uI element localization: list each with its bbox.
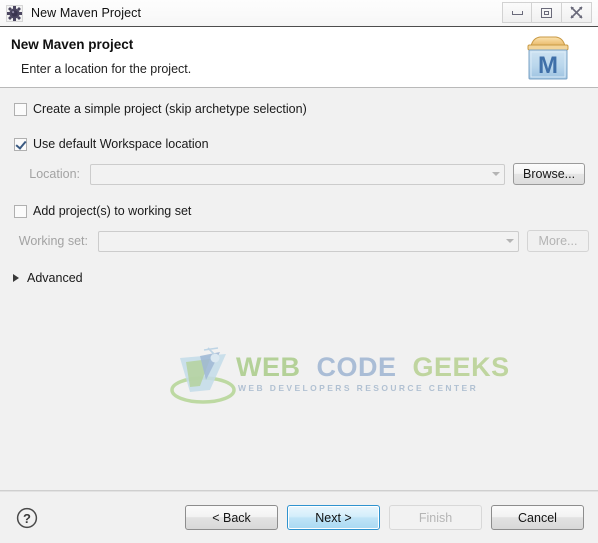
chevron-down-icon [491, 172, 500, 176]
location-label: Location: [29, 167, 80, 181]
maven-project-icon: M [520, 33, 576, 83]
dialog-footer: ? < Back Next > Finish Cancel [0, 491, 598, 543]
dialog-body: Create a simple project (skip archetype … [0, 88, 598, 491]
watermark-word-geeks: GEEKS [412, 352, 510, 382]
watermark-tagline: WEB DEVELOPERS RESOURCE CENTER [238, 383, 479, 393]
finish-button[interactable]: Finish [389, 505, 482, 530]
cancel-button[interactable]: Cancel [491, 505, 584, 530]
maximize-icon [541, 7, 552, 18]
minimize-button[interactable] [502, 2, 532, 23]
minimize-icon [511, 10, 523, 15]
back-button[interactable]: < Back [185, 505, 278, 530]
working-set-dropdown-arrow[interactable] [501, 232, 518, 251]
advanced-section-toggle[interactable]: Advanced [0, 271, 598, 285]
add-to-working-set-checkbox[interactable] [14, 204, 27, 218]
use-default-workspace-row[interactable]: Use default Workspace location [0, 137, 598, 151]
close-button[interactable] [562, 2, 592, 23]
title-bar: New Maven Project [0, 0, 598, 27]
advanced-label: Advanced [27, 271, 83, 285]
working-set-label: Working set: [18, 234, 88, 248]
use-default-workspace-label: Use default Workspace location [33, 137, 209, 151]
chevron-down-icon [505, 239, 514, 243]
window-title: New Maven Project [31, 6, 142, 20]
eclipse-maven-icon [6, 4, 23, 22]
help-icon[interactable]: ? [16, 507, 38, 529]
next-button[interactable]: Next > [287, 505, 380, 530]
location-combobox[interactable] [90, 163, 505, 185]
maven-icon-letter: M [538, 52, 558, 79]
working-set-combobox[interactable] [98, 230, 519, 252]
footer-button-group: < Back Next > Finish Cancel [185, 505, 584, 530]
watermark-word-web: WEB [236, 352, 301, 382]
watermark-wordmark: WEB CODE GEEKS [236, 352, 510, 382]
working-set-row: Working set: More... [0, 230, 598, 252]
watermark-logo-icon [170, 347, 236, 404]
maximize-button[interactable] [532, 2, 562, 23]
page-subtitle: Enter a location for the project. [21, 62, 192, 76]
watermark-word-code: CODE [316, 352, 397, 382]
browse-button[interactable]: Browse... [513, 163, 586, 185]
location-row: Location: Browse... [0, 163, 598, 185]
more-button[interactable]: More... [527, 230, 589, 252]
create-simple-project-label: Create a simple project (skip archetype … [33, 102, 307, 116]
web-code-geeks-watermark: WEB CODE GEEKS WEB DEVELOPERS RESOURCE C… [170, 344, 509, 410]
create-simple-project-checkbox[interactable] [14, 102, 27, 116]
use-default-workspace-checkbox[interactable] [14, 137, 27, 151]
add-to-working-set-label: Add project(s) to working set [33, 204, 192, 218]
window-controls [502, 2, 592, 23]
dialog-header: New Maven project Enter a location for t… [0, 27, 598, 88]
page-title: New Maven project [11, 37, 134, 52]
add-to-working-set-row[interactable]: Add project(s) to working set [0, 204, 598, 218]
new-maven-project-dialog: New Maven Project New Maven project Ente… [0, 0, 598, 543]
chevron-right-icon [13, 274, 19, 282]
create-simple-project-row[interactable]: Create a simple project (skip archetype … [0, 102, 598, 116]
close-icon [570, 6, 583, 19]
svg-text:?: ? [23, 511, 31, 526]
location-dropdown-arrow[interactable] [487, 165, 504, 184]
